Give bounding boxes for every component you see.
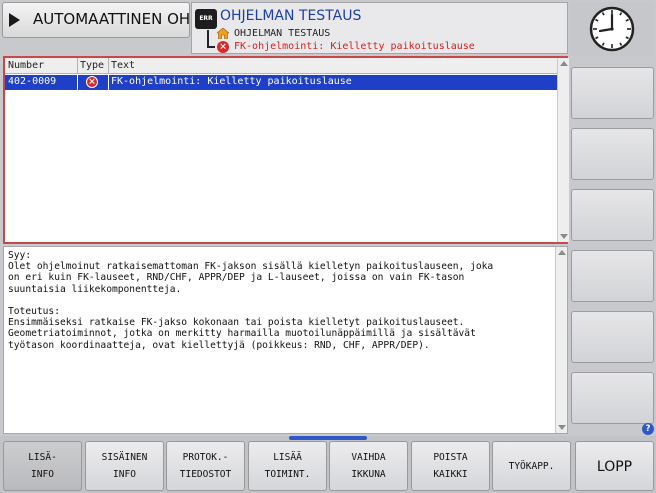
softkey-label: LISÄ- [28, 452, 57, 463]
column-divider [77, 58, 78, 74]
scroll-down-icon[interactable] [560, 234, 568, 239]
softkey-label: LOPP [596, 459, 633, 475]
error-list-header: Number Type Text [5, 58, 557, 74]
softkey-label: INFO [113, 469, 136, 480]
help-icon[interactable]: ? [642, 423, 654, 435]
softkey-label: IKKUNA [351, 469, 386, 480]
softkey-switch-window[interactable]: VAIHDA IKKUNA [329, 441, 408, 491]
softkey-label: LISÄÄ [273, 452, 302, 463]
softkey-label: SISÄINEN [101, 452, 148, 463]
softkey-page-indicator [289, 436, 367, 440]
softkey-label: TYÖKAPP. [508, 461, 555, 472]
scroll-up-icon[interactable] [560, 61, 568, 66]
vertical-softkey-5[interactable] [571, 311, 654, 363]
vertical-softkey-3[interactable] [571, 189, 654, 241]
column-header-type[interactable]: Type [80, 60, 104, 71]
column-divider [108, 75, 109, 90]
error-icon: × [217, 41, 229, 53]
error-description-text: Syy: Olet ohjelmoinut ratkaisemattoman F… [8, 250, 494, 351]
vertical-softkey-2[interactable] [571, 128, 654, 180]
play-icon [9, 13, 20, 27]
table-row[interactable]: 402-0009 × FK-ohjelmointi: Kielletty pai… [5, 75, 557, 90]
program-header: ERR OHJELMAN TESTAUS OHJELMAN TESTAUS × … [191, 2, 568, 54]
vertical-softkey-6[interactable] [571, 372, 654, 424]
softkey-more-info[interactable]: LISÄ- INFO [3, 441, 82, 491]
error-list-scrollbar[interactable] [557, 58, 569, 242]
clock-icon [589, 6, 635, 52]
softkey-label: PROTOK.- [182, 452, 229, 463]
operating-mode-label: AUTOMAATTINEN OH... [33, 10, 205, 28]
softkey-label: INFO [31, 469, 54, 480]
softkey-label: TIEDOSTOT [179, 469, 232, 480]
home-icon [217, 28, 229, 39]
error-type-icon: × [86, 76, 98, 88]
vertical-softkey-4[interactable] [571, 250, 654, 302]
operating-mode-tab[interactable]: AUTOMAATTINEN OH... [2, 2, 204, 38]
softkey-delete-all[interactable]: POISTA KAIKKI [411, 441, 490, 491]
description-scrollbar[interactable] [555, 247, 567, 433]
softkey-end[interactable]: LOPP [575, 441, 654, 491]
softkey-label: VAIHDA [351, 452, 386, 463]
scroll-down-icon[interactable] [558, 425, 566, 430]
softkey-workpiece[interactable]: TYÖKAPP. [492, 441, 571, 491]
softkey-label: KAIKKI [433, 469, 468, 480]
error-description-panel: Syy: Olet ohjelmoinut ratkaisemattoman F… [3, 246, 568, 434]
tree-line [207, 46, 215, 48]
column-divider [77, 75, 78, 90]
softkey-label: POISTA [433, 452, 468, 463]
program-name: OHJELMAN TESTAUS [234, 28, 331, 39]
column-header-number[interactable]: Number [8, 60, 44, 71]
softkey-label: TOIMINT. [264, 469, 311, 480]
current-error-message: FK-ohjelmointi: Kielletty paikoituslause [234, 41, 475, 52]
scroll-up-icon[interactable] [558, 250, 566, 255]
softkey-log-files[interactable]: PROTOK.- TIEDOSTOT [166, 441, 245, 491]
column-divider [108, 58, 109, 74]
column-header-text[interactable]: Text [111, 60, 135, 71]
program-title: OHJELMAN TESTAUS [220, 8, 362, 24]
vertical-softkey-1[interactable] [571, 67, 654, 119]
softkey-internal-info[interactable]: SISÄINEN INFO [85, 441, 164, 491]
err-badge: ERR [195, 9, 217, 29]
error-text: FK-ohjelmointi: Kielletty paikoituslause [111, 76, 352, 87]
error-number: 402-0009 [8, 76, 57, 87]
error-list: Number Type Text 402-0009 × FK-ohjelmoin… [3, 56, 569, 244]
clock [570, 2, 654, 56]
softkey-more-functions[interactable]: LISÄÄ TOIMINT. [248, 441, 327, 491]
